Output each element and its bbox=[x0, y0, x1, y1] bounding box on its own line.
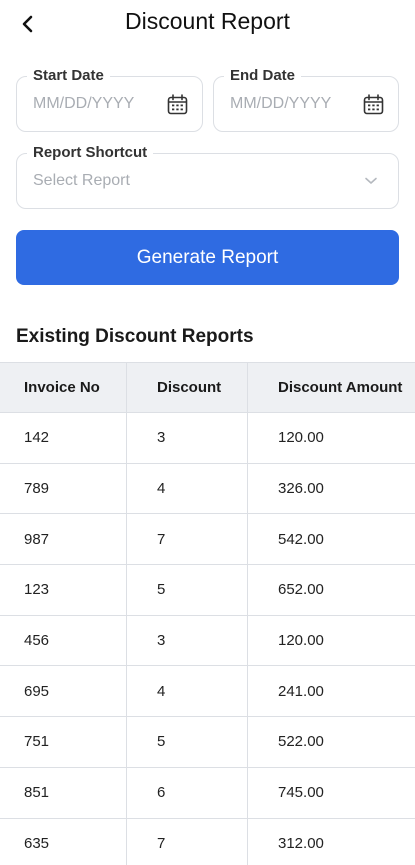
cell-invoice-no: 789 bbox=[0, 463, 127, 514]
calendar-icon[interactable] bbox=[167, 94, 188, 115]
start-date-placeholder: MM/DD/YYYY bbox=[33, 95, 135, 112]
end-date-field[interactable]: End Date MM/DD/YYYY bbox=[213, 67, 399, 132]
page-title: Discount Report bbox=[125, 8, 290, 34]
cell-discount: 4 bbox=[127, 463, 248, 514]
generate-report-button[interactable]: Generate Report bbox=[16, 230, 399, 285]
start-date-label: Start Date bbox=[27, 67, 110, 84]
cell-invoice-no: 123 bbox=[0, 565, 127, 615]
cell-discount-amount: 120.00 bbox=[278, 429, 324, 447]
column-header-amount: Discount Amount bbox=[278, 379, 403, 396]
reports-table: Invoice No Discount Discount Amount 142 3… bbox=[0, 362, 415, 865]
cell-discount: 3 bbox=[127, 615, 248, 666]
table-row[interactable]: 456 3 120.00 bbox=[0, 615, 415, 667]
cell-invoice-no: 851 bbox=[0, 767, 127, 818]
cell-invoice-no: 987 bbox=[0, 514, 127, 565]
cell-discount: 5 bbox=[127, 717, 248, 767]
cell-discount-amount: 326.00 bbox=[278, 480, 324, 498]
cell-invoice-no: 142 bbox=[0, 413, 127, 463]
calendar-icon[interactable] bbox=[363, 94, 384, 115]
cell-discount: 6 bbox=[127, 767, 248, 818]
cell-discount-amount: 522.00 bbox=[278, 733, 324, 751]
header-bar: Discount Report bbox=[0, 0, 415, 48]
end-date-placeholder: MM/DD/YYYY bbox=[230, 95, 332, 112]
cell-discount-amount: 312.00 bbox=[278, 834, 324, 852]
cell-discount-amount: 542.00 bbox=[278, 530, 324, 548]
cell-invoice-no: 695 bbox=[0, 666, 127, 717]
cell-discount: 4 bbox=[127, 666, 248, 717]
table-row[interactable]: 695 4 241.00 bbox=[0, 666, 415, 718]
table-row[interactable]: 851 6 745.00 bbox=[0, 767, 415, 819]
cell-invoice-no: 635 bbox=[0, 818, 127, 865]
start-date-field[interactable]: Start Date MM/DD/YYYY bbox=[16, 67, 203, 132]
column-header-invoice: Invoice No bbox=[0, 363, 127, 412]
table-row[interactable]: 142 3 120.00 bbox=[0, 413, 415, 464]
chevron-down-icon bbox=[365, 177, 377, 184]
cell-discount-amount: 241.00 bbox=[278, 682, 324, 700]
cell-discount-amount: 652.00 bbox=[278, 581, 324, 599]
cell-discount: 5 bbox=[127, 565, 248, 615]
table-body: 142 3 120.00 789 4 326.00 987 7 542.00 123 5 652.00… bbox=[0, 413, 415, 865]
cell-discount: 7 bbox=[127, 818, 248, 865]
cell-invoice-no: 751 bbox=[0, 717, 127, 767]
table-row[interactable]: 789 4 326.00 bbox=[0, 463, 415, 515]
table-row[interactable]: 123 5 652.00 bbox=[0, 565, 415, 616]
report-shortcut-placeholder: Select Report bbox=[33, 172, 130, 189]
table-header: Invoice No Discount Discount Amount bbox=[0, 362, 415, 413]
table-row[interactable]: 751 5 522.00 bbox=[0, 717, 415, 768]
column-header-discount: Discount bbox=[127, 363, 248, 412]
cell-discount: 3 bbox=[127, 413, 248, 463]
report-shortcut-select[interactable]: Report Shortcut Select Report bbox=[16, 144, 399, 209]
cell-discount-amount: 120.00 bbox=[278, 632, 324, 650]
section-title: Existing Discount Reports bbox=[16, 326, 254, 347]
cell-invoice-no: 456 bbox=[0, 615, 127, 666]
cell-discount: 7 bbox=[127, 514, 248, 565]
cell-discount-amount: 745.00 bbox=[278, 784, 324, 802]
end-date-label: End Date bbox=[224, 67, 302, 84]
table-row[interactable]: 987 7 542.00 bbox=[0, 514, 415, 566]
report-shortcut-label: Report Shortcut bbox=[27, 144, 154, 161]
table-row[interactable]: 635 7 312.00 bbox=[0, 818, 415, 865]
